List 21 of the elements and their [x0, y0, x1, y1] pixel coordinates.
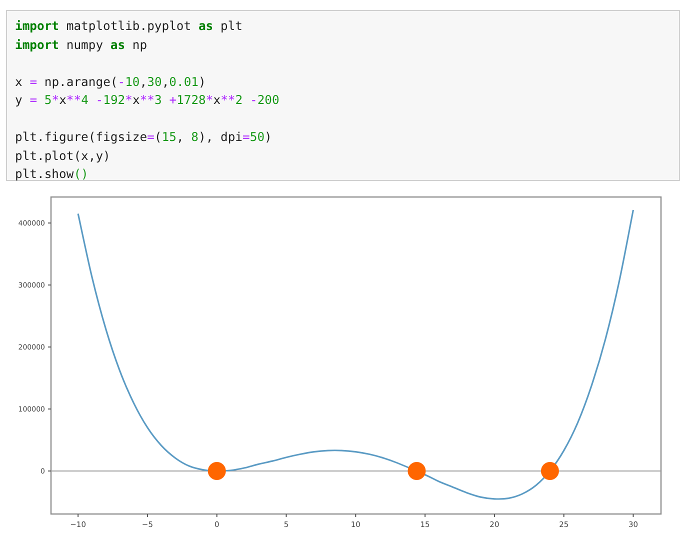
tick-mark: [146, 514, 148, 518]
tick-mark: [48, 470, 52, 472]
tick-mark: [494, 514, 495, 518]
tick-mark: [48, 284, 52, 286]
code-line: import numpy as np: [15, 36, 148, 54]
tick-mark: [78, 514, 79, 518]
tick-mark: [48, 346, 52, 348]
tick-mark: [563, 514, 564, 518]
tick-mark: [48, 222, 52, 224]
tick-mark: [286, 514, 287, 518]
code-line: plt.show(): [15, 166, 88, 183]
tick-mark: [355, 514, 356, 518]
code-line: x = np.arange(-10,30,0.01): [15, 74, 206, 91]
tick-mark: [48, 408, 52, 410]
tick-mark: [424, 514, 426, 518]
code-line: plt.plot(x,y): [15, 148, 110, 164]
code-line: plt.figure(figsize=(15, 8), dpi=50): [15, 129, 272, 146]
code-line: y = 5*x**4 -192*x**3 +1728*x**2 -200: [15, 92, 280, 109]
code-line: import matplotlib.pyplot as plt: [15, 18, 242, 35]
tick-mark: [216, 514, 218, 518]
tick-mark: [632, 514, 634, 518]
